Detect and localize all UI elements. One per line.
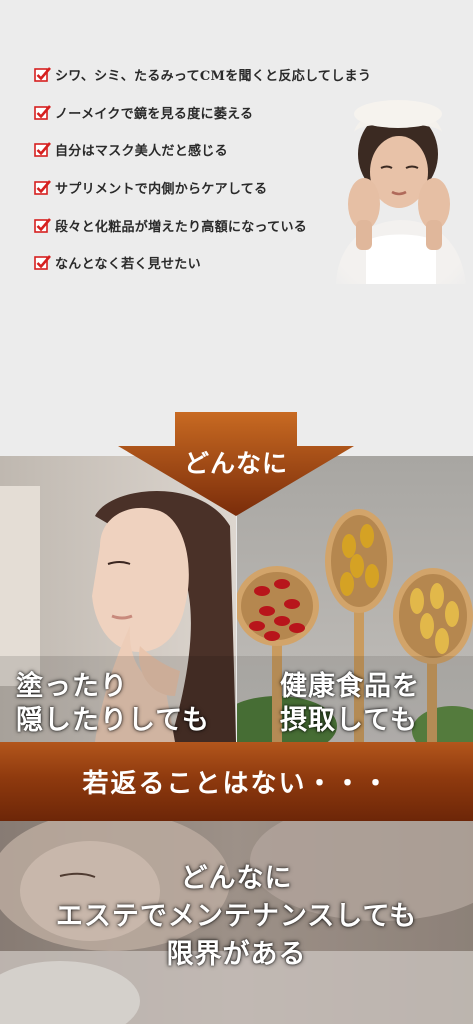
caption-line: 摂取しても — [280, 705, 418, 736]
red-checkbox-icon — [34, 67, 51, 83]
checklist-item-text: サプリメントで内側からケアしてる — [55, 182, 268, 198]
caption-line: 塗ったり — [16, 671, 128, 702]
conclusion-band: 若返ることはない・・・ — [0, 742, 473, 821]
red-checkbox-icon — [34, 217, 51, 233]
checklist-item: シワ、シミ、たるみってCMを聞くと反応してしまう — [34, 56, 371, 94]
bottom-message: どんなに エステでメンテナンスしても 限界がある — [0, 860, 473, 974]
checklist-item-text: 自分はマスク美人だと感じる — [55, 144, 228, 160]
caption-line: 隠したりしても — [16, 705, 210, 736]
checklist-item-text: なんとなく若く見せたい — [55, 257, 201, 273]
arrow-label: どんなに — [183, 449, 288, 478]
checklist-item-text: 段々と化粧品が増えたり高額になっている — [55, 219, 308, 235]
worries-checklist: シワ、シミ、たるみってCMを聞くと反応してしまう ノーメイクで鏡を見る度に萎える… — [34, 56, 371, 282]
bottom-line: どんなに — [180, 863, 293, 894]
checklist-item: 自分はマスク美人だと感じる — [34, 131, 371, 169]
checklist-item: 段々と化粧品が増えたり高額になっている — [34, 206, 371, 244]
conclusion-text: 若返ることはない・・・ — [82, 769, 391, 799]
checklist-item: サプリメントで内側からケアしてる — [34, 169, 371, 207]
worried-woman-photo — [326, 92, 473, 284]
red-checkbox-icon — [34, 255, 51, 271]
caption-line: 健康食品を — [280, 671, 420, 702]
right-panel-caption: 健康食品を 摂取しても — [280, 670, 420, 738]
bottom-line: 限界がある — [166, 939, 307, 970]
red-checkbox-icon — [34, 105, 51, 120]
checklist-item-text: シワ、シミ、たるみってCMを聞くと反応してしまう — [55, 69, 372, 85]
worries-section: シワ、シミ、たるみってCMを聞くと反応してしまう ノーメイクで鏡を見る度に萎える… — [0, 0, 473, 456]
checklist-item: ノーメイクで鏡を見る度に萎える — [34, 94, 371, 132]
red-checkbox-icon — [34, 142, 51, 158]
checklist-item-text: ノーメイクで鏡を見る度に萎える — [55, 106, 254, 122]
left-panel-caption: 塗ったり 隠したりしても — [16, 670, 210, 738]
checklist-item: なんとなく若く見せたい — [34, 244, 371, 282]
bottom-line: エステでメンテナンスしても — [55, 901, 418, 932]
red-checkbox-icon — [34, 180, 51, 195]
